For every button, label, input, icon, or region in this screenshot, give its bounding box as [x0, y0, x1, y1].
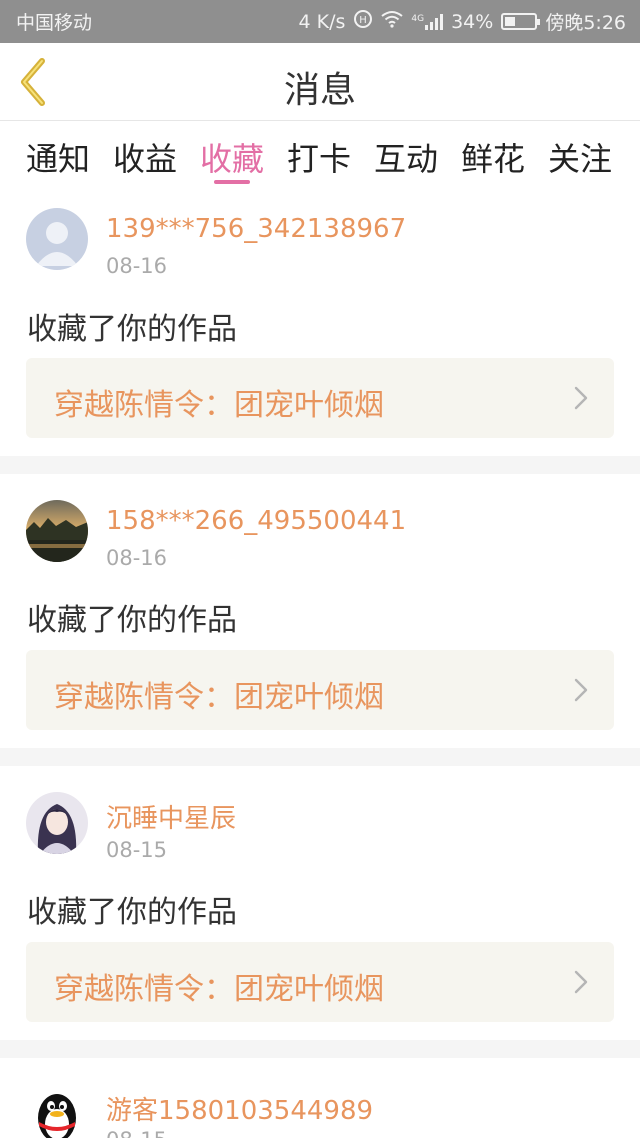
work-title: 穿越陈情令：团宠叶倾烟 — [54, 972, 384, 1007]
message-action: 收藏了你的作品 — [27, 603, 237, 638]
chevron-right-icon — [574, 386, 588, 410]
avatar[interactable] — [26, 792, 88, 854]
divider — [0, 456, 640, 474]
tab-notifications[interactable]: 通知 — [26, 134, 90, 180]
anime-avatar-icon — [26, 792, 88, 854]
work-title: 穿越陈情令：团宠叶倾烟 — [54, 388, 384, 423]
work-title: 穿越陈情令：团宠叶倾烟 — [54, 680, 384, 715]
message-item: 158***266_495500441 08-16 收藏了你的作品 穿越陈情令：… — [0, 474, 640, 748]
work-link[interactable]: 穿越陈情令：团宠叶倾烟 — [26, 650, 614, 730]
cellular-signal-icon: 4G — [411, 13, 444, 30]
message-date: 08-15 — [106, 1128, 167, 1138]
avatar[interactable] — [26, 1084, 88, 1138]
svg-text:H: H — [360, 15, 368, 26]
chevron-right-icon — [574, 678, 588, 702]
message-action: 收藏了你的作品 — [27, 312, 237, 347]
avatar[interactable] — [26, 500, 88, 562]
username[interactable]: 139***756_342138967 — [106, 214, 406, 244]
message-item: 游客1580103544989 08-15 — [0, 1058, 640, 1138]
tab-interactions[interactable]: 互动 — [374, 134, 438, 180]
divider — [0, 1040, 640, 1058]
status-indicators: 4 K/s H 4G 34% 傍晚5:26 — [298, 8, 626, 35]
divider — [0, 748, 640, 766]
chevron-right-icon — [574, 970, 588, 994]
message-item: 139***756_342138967 08-16 收藏了你的作品 穿越陈情令：… — [0, 194, 640, 456]
landscape-avatar-icon — [26, 500, 88, 562]
username[interactable]: 游客1580103544989 — [106, 1090, 373, 1127]
battery-percent: 34% — [451, 10, 494, 33]
message-tabs: 通知 收益 收藏 打卡 互动 鲜花 关注 — [0, 122, 640, 194]
hd-call-icon: H — [353, 9, 373, 34]
message-date: 08-16 — [106, 254, 168, 278]
carrier-label: 中国移动 — [16, 12, 93, 34]
network-speed: 4 K/s — [298, 10, 346, 33]
page-title: 消息 — [283, 70, 356, 111]
tab-checkin[interactable]: 打卡 — [287, 134, 351, 180]
username[interactable]: 沉睡中星辰 — [106, 798, 236, 835]
message-date: 08-16 — [106, 546, 168, 570]
avatar[interactable] — [26, 208, 88, 270]
default-avatar-icon — [26, 208, 88, 270]
work-link[interactable]: 穿越陈情令：团宠叶倾烟 — [26, 358, 614, 438]
tab-earnings[interactable]: 收益 — [113, 134, 177, 180]
status-bar: 中国移动 4 K/s H 4G 34% 傍晚5:26 — [0, 0, 640, 43]
battery-icon — [501, 13, 541, 30]
network-type: 4G — [411, 13, 425, 24]
work-link[interactable]: 穿越陈情令：团宠叶倾烟 — [26, 942, 614, 1022]
message-item: 沉睡中星辰 08-15 收藏了你的作品 穿越陈情令：团宠叶倾烟 — [0, 766, 640, 1040]
active-tab-indicator — [214, 180, 250, 184]
qq-penguin-avatar-icon — [26, 1084, 88, 1138]
message-action: 收藏了你的作品 — [27, 895, 237, 930]
tab-flowers[interactable]: 鲜花 — [461, 134, 525, 180]
username[interactable]: 158***266_495500441 — [106, 506, 406, 536]
app-header: 消息 — [0, 43, 640, 121]
tab-favorites[interactable]: 收藏 — [200, 134, 264, 180]
message-date: 08-15 — [106, 838, 168, 862]
wifi-icon — [381, 10, 404, 33]
clock: 傍晚5:26 — [545, 12, 626, 34]
tab-follows[interactable]: 关注 — [548, 134, 612, 180]
